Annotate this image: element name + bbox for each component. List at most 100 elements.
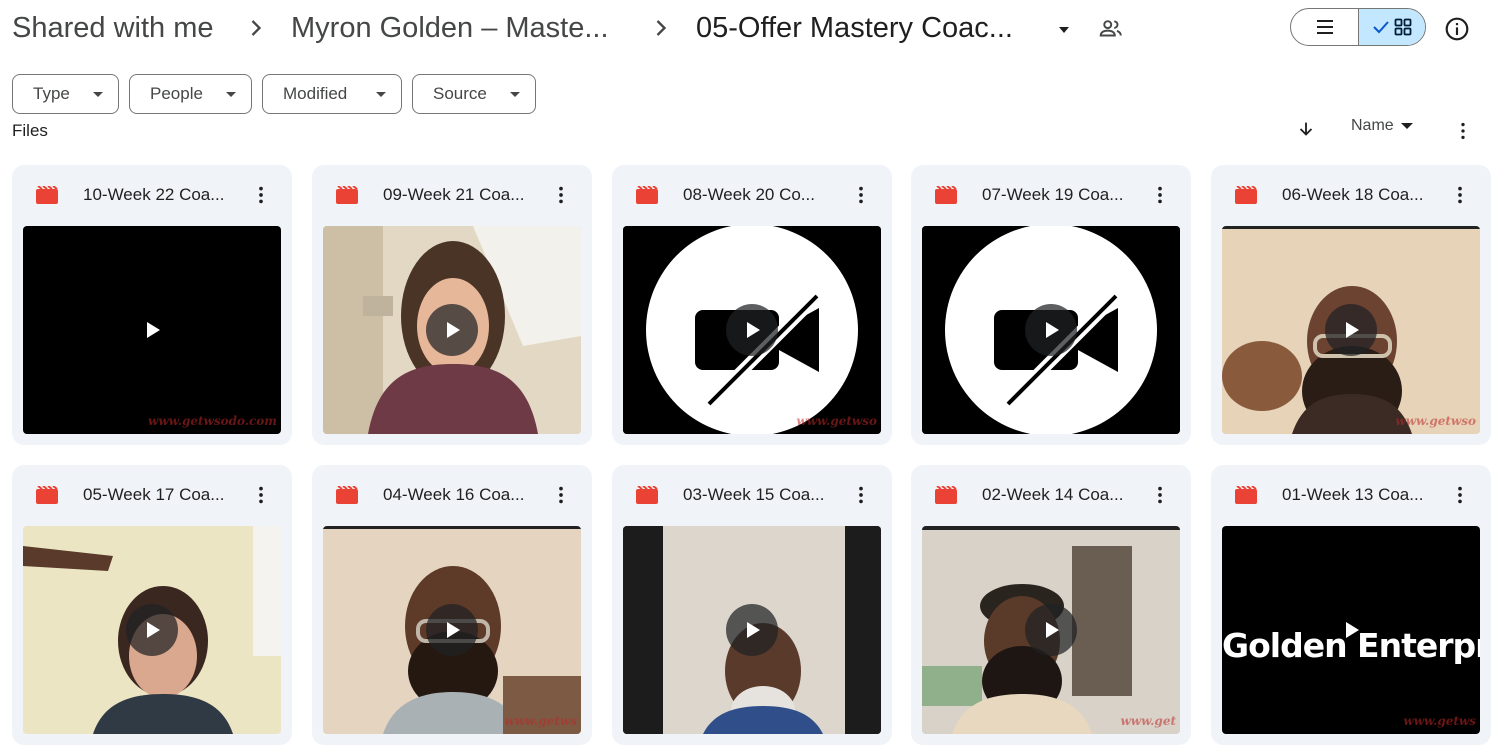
sort-field-label: Name — [1351, 117, 1394, 134]
file-card[interactable]: 07-Week 19 Coa... — [911, 165, 1191, 445]
play-button[interactable] — [726, 304, 778, 356]
file-title: 07-Week 19 Coa... — [982, 185, 1124, 204]
thumbnail-watermark: www.getwsodo.com — [148, 414, 277, 428]
folder-actions-caret-icon[interactable] — [1056, 22, 1072, 38]
video-thumbnail[interactable]: www.getwso — [623, 226, 881, 434]
sort-by-name-button[interactable]: Name — [1351, 117, 1414, 135]
file-title: 06-Week 18 Coa... — [1282, 185, 1424, 204]
play-button[interactable] — [1325, 304, 1377, 356]
play-icon — [147, 322, 160, 338]
play-icon — [1346, 622, 1359, 638]
file-card[interactable]: 10-Week 22 Coa... www.getwsodo.com — [12, 165, 292, 445]
thumbnail-watermark: www.getwso — [1395, 414, 1476, 428]
more-actions-icon[interactable] — [250, 184, 272, 206]
more-actions-icon[interactable] — [250, 484, 272, 506]
play-button[interactable] — [726, 604, 778, 656]
play-button[interactable] — [426, 604, 478, 656]
play-icon — [1046, 322, 1059, 338]
more-actions-icon[interactable] — [850, 184, 872, 206]
video-thumbnail[interactable]: www.getws — [323, 526, 581, 734]
breadcrumb-shared-with-me[interactable]: Shared with me — [12, 8, 214, 48]
view-toggle — [1290, 8, 1426, 46]
grid-icon — [1394, 18, 1412, 36]
file-title: 01-Week 13 Coa... — [1282, 485, 1424, 504]
file-title: 03-Week 15 Coa... — [683, 485, 825, 504]
shared-people-icon[interactable] — [1098, 16, 1124, 42]
more-actions-icon[interactable] — [550, 184, 572, 206]
filter-type-label: Type — [33, 84, 70, 103]
filter-people-label: People — [150, 84, 203, 103]
file-card[interactable]: 02-Week 14 Coa... www.get — [911, 465, 1191, 745]
video-file-icon — [636, 486, 658, 504]
dropdown-arrow-icon — [1400, 123, 1413, 129]
file-title: 09-Week 21 Coa... — [383, 185, 525, 204]
video-file-icon — [336, 486, 358, 504]
file-card[interactable]: 06-Week 18 Coa... www.getwso — [1211, 165, 1491, 445]
play-button[interactable] — [1025, 604, 1077, 656]
video-thumbnail[interactable]: www.get — [922, 526, 1180, 734]
more-actions-icon[interactable] — [1149, 184, 1171, 206]
filter-modified-chip[interactable]: Modified — [262, 74, 402, 114]
video-thumbnail[interactable] — [623, 526, 881, 734]
play-button[interactable] — [426, 304, 478, 356]
chevron-right-icon — [251, 20, 262, 36]
video-file-icon — [1235, 186, 1257, 204]
play-icon — [447, 622, 460, 638]
thumbnail-watermark: www.getwso — [796, 414, 877, 428]
file-title: 04-Week 16 Coa... — [383, 485, 525, 504]
dropdown-arrow-icon — [93, 92, 103, 97]
thumbnail-watermark: www.getws — [504, 714, 577, 728]
filter-type-chip[interactable]: Type — [12, 74, 119, 114]
list-icon — [1316, 20, 1333, 34]
video-thumbnail[interactable] — [23, 526, 281, 734]
video-file-icon — [336, 186, 358, 204]
video-file-icon — [935, 186, 957, 204]
video-file-icon — [36, 186, 58, 204]
file-title: 10-Week 22 Coa... — [83, 185, 225, 204]
file-card[interactable]: 08-Week 20 Co... www.getwso — [612, 165, 892, 445]
filter-source-chip[interactable]: Source — [412, 74, 536, 114]
video-thumbnail[interactable]: Golden Enterprises www.getws — [1222, 526, 1480, 734]
video-thumbnail[interactable] — [922, 226, 1180, 434]
play-button[interactable] — [1025, 304, 1077, 356]
file-card[interactable]: 05-Week 17 Coa... — [12, 465, 292, 745]
list-view-button[interactable] — [1291, 9, 1358, 45]
file-title: 02-Week 14 Coa... — [982, 485, 1124, 504]
more-actions-icon[interactable] — [1149, 484, 1171, 506]
play-icon — [747, 622, 760, 638]
video-file-icon — [1235, 486, 1257, 504]
thumbnail-watermark: www.get — [1120, 714, 1176, 728]
file-card[interactable]: 03-Week 15 Coa... — [612, 465, 892, 745]
filter-modified-label: Modified — [283, 84, 348, 103]
video-file-icon — [36, 486, 58, 504]
file-card[interactable]: 04-Week 16 Coa... www.getws — [312, 465, 592, 745]
file-title: 05-Week 17 Coa... — [83, 485, 225, 504]
video-thumbnail[interactable]: www.getwso — [1222, 226, 1480, 434]
dropdown-arrow-icon — [510, 92, 520, 97]
video-thumbnail[interactable] — [323, 226, 581, 434]
play-button[interactable] — [126, 304, 178, 356]
dropdown-arrow-icon — [226, 92, 236, 97]
info-icon[interactable] — [1444, 16, 1470, 42]
sort-direction-arrow-icon[interactable] — [1295, 118, 1317, 140]
dropdown-arrow-icon — [376, 92, 386, 97]
grid-view-button[interactable] — [1358, 9, 1425, 45]
more-options-icon[interactable] — [1452, 120, 1474, 142]
play-button[interactable] — [1325, 604, 1377, 656]
file-card[interactable]: 09-Week 21 Coa... — [312, 165, 592, 445]
play-button[interactable] — [126, 604, 178, 656]
more-actions-icon[interactable] — [1449, 484, 1471, 506]
breadcrumb-parent-folder[interactable]: Myron Golden – Maste... — [291, 8, 609, 48]
video-thumbnail[interactable]: www.getwsodo.com — [23, 226, 281, 434]
play-icon — [1046, 622, 1059, 638]
file-card[interactable]: 01-Week 13 Coa... Golden Enterprises www… — [1211, 465, 1491, 745]
play-icon — [747, 322, 760, 338]
more-actions-icon[interactable] — [850, 484, 872, 506]
breadcrumb-current-folder[interactable]: 05-Offer Mastery Coac... — [696, 8, 1013, 48]
video-file-icon — [935, 486, 957, 504]
files-section-heading: Files — [12, 121, 48, 140]
play-icon — [147, 622, 160, 638]
more-actions-icon[interactable] — [1449, 184, 1471, 206]
more-actions-icon[interactable] — [550, 484, 572, 506]
filter-people-chip[interactable]: People — [129, 74, 252, 114]
